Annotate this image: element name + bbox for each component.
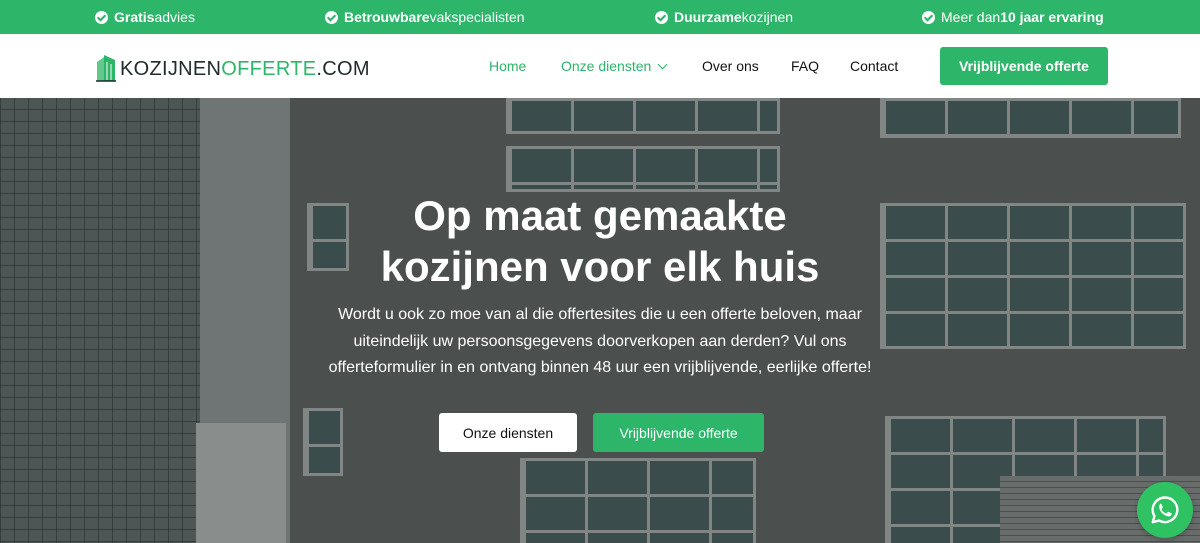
whatsapp-icon [1151, 496, 1179, 524]
top-info-bar: Gratis advies Betrouwbare vakspecialiste… [0, 0, 1200, 34]
hero-title-line-1: Op maat gemaakte [413, 192, 787, 239]
hero-title: Op maat gemaakte kozijnen voor elk huis [300, 190, 900, 292]
nav-faq-wrap: FAQ [791, 34, 819, 98]
hero-description: Wordt u ook zo moe van al die offertesit… [300, 302, 900, 382]
nav-home[interactable]: Home [489, 58, 526, 74]
usp-vakspecialisten: Betrouwbare vakspecialisten [325, 0, 525, 34]
usp-bold: Duurzame [674, 9, 742, 25]
nav-onze-diensten[interactable]: Onze diensten [561, 58, 668, 74]
nav-over-ons-wrap: Over ons [702, 34, 759, 98]
check-circle-icon [655, 10, 668, 24]
hero-text-line-1: Wordt u ook zo moe van al die offertesit… [338, 306, 862, 323]
check-circle-icon [325, 10, 338, 24]
nav-over-ons[interactable]: Over ons [702, 58, 759, 74]
whatsapp-chat-button[interactable] [1137, 482, 1193, 538]
logo-part-1: KOZIJNEN [120, 58, 222, 80]
usp-duurzame-kozijnen: Duurzame kozijnen [655, 0, 793, 34]
site-logo[interactable]: KOZIJNENOFFERTE.COM [95, 48, 370, 82]
usp-bold: 10 jaar ervaring [1000, 9, 1104, 25]
usp-text: vakspecialisten [429, 9, 525, 25]
hero-title-line-2: kozijnen voor elk huis [380, 243, 820, 290]
vrijblijvende-offerte-button[interactable]: Vrijblijvende offerte [593, 413, 764, 452]
logo-part-2: OFFERTE [221, 58, 317, 80]
check-circle-icon [95, 10, 108, 24]
site-header: KOZIJNENOFFERTE.COM Home Onze diensten O… [0, 34, 1200, 98]
usp-gratis-advies: Gratis advies [95, 0, 195, 34]
usp-text: Meer dan [941, 9, 1001, 25]
nav-diensten-wrap: Onze diensten [561, 34, 668, 98]
usp-bold: Betrouwbare [344, 9, 430, 25]
building-logo-icon [96, 55, 116, 82]
usp-bold: Gratis [114, 9, 155, 25]
onze-diensten-button[interactable]: Onze diensten [439, 413, 577, 452]
usp-ervaring: Meer dan 10 jaar ervaring [922, 0, 1104, 34]
header-offerte-button[interactable]: Vrijblijvende offerte [940, 47, 1108, 85]
check-circle-icon [922, 10, 935, 24]
usp-text: kozijnen [741, 9, 794, 25]
hero-text-line-2: uiteindelijk uw persoonsgegevens doorver… [353, 332, 847, 350]
logo-part-3: .COM [316, 58, 370, 80]
usp-text: advies [154, 9, 195, 25]
nav-onze-diensten-label: Onze diensten [561, 58, 652, 74]
nav-contact-wrap: Contact [850, 34, 898, 98]
hero-section: Op maat gemaakte kozijnen voor elk huis … [0, 98, 1200, 543]
nav-faq[interactable]: FAQ [791, 58, 819, 74]
hero-text-line-3: offerteformulier in en ontvang binnen 48… [328, 359, 872, 376]
chevron-down-icon [657, 59, 668, 70]
logo-text: KOZIJNENOFFERTE.COM [120, 59, 370, 82]
main-nav: Home [489, 34, 526, 98]
nav-contact[interactable]: Contact [850, 58, 898, 74]
